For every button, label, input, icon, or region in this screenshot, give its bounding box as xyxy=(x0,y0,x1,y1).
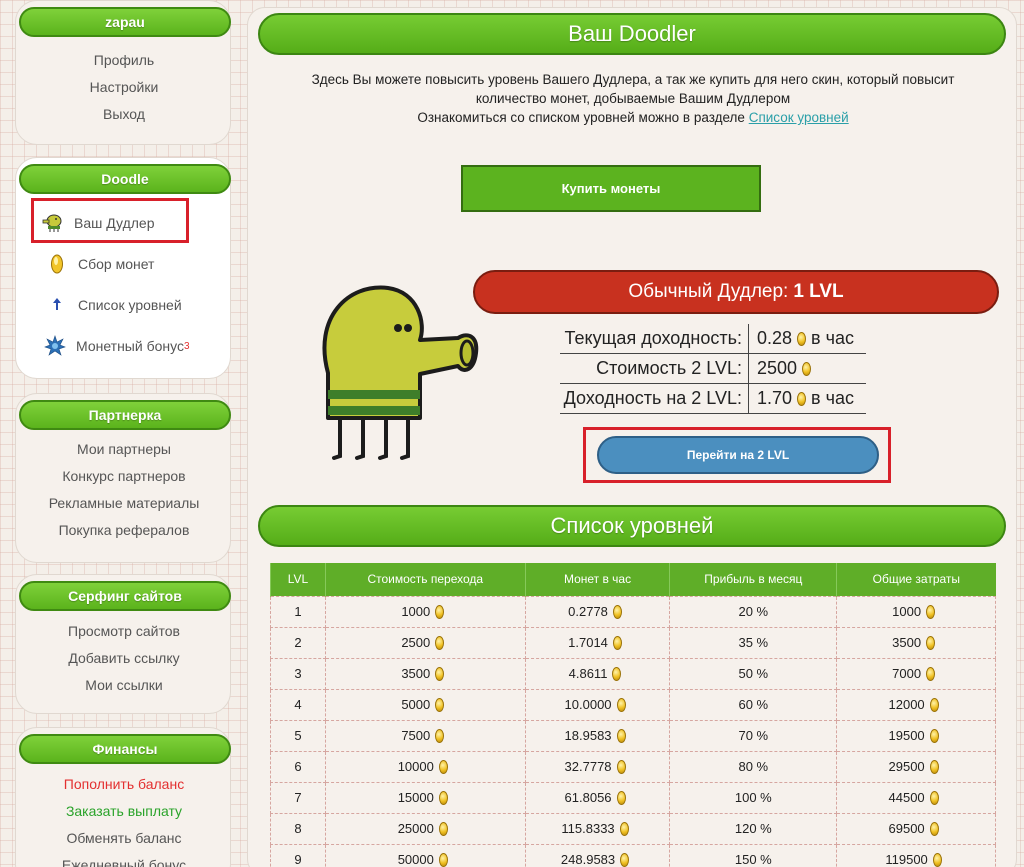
coin-icon xyxy=(46,253,68,275)
buy-referrals-link[interactable]: Покупка рефералов xyxy=(16,517,232,544)
exchange-balance-link[interactable]: Обменять баланс xyxy=(16,825,232,852)
highlight-upgrade-button xyxy=(583,427,891,483)
coin-icon xyxy=(616,791,626,806)
table-row: 4 5000 10.0000 60 % 12000 xyxy=(270,688,996,721)
user-panel: zapau Профиль Настройки Выход xyxy=(15,0,231,145)
coin-icon xyxy=(929,729,939,744)
table-row: 8 25000 115.8333 120 % 69500 xyxy=(270,812,996,845)
coin-icon xyxy=(926,636,936,651)
coin-icon xyxy=(612,667,622,682)
level-value: 1 LVL xyxy=(793,281,844,302)
levels-list-link[interactable]: Список уровней xyxy=(749,110,849,125)
coin-icon xyxy=(612,605,622,620)
settings-link[interactable]: Настройки xyxy=(16,74,232,101)
coin-icon xyxy=(929,698,939,713)
coin-icon xyxy=(929,822,939,837)
stat-next-level-income: Доходность на 2 LVL: 1.70 в час xyxy=(560,384,866,414)
profile-link[interactable]: Профиль xyxy=(16,47,232,74)
table-row: 5 7500 18.9583 70 % 19500 xyxy=(270,719,996,752)
coin-icon xyxy=(435,698,445,713)
stat-current-income: Текущая доходность: 0.28 в час xyxy=(560,324,866,354)
coin-icon xyxy=(435,636,445,651)
table-row: 2 2500 1.7014 35 % 3500 xyxy=(270,626,996,659)
intro-line-1: Здесь Вы можете повысить уровень Вашего … xyxy=(311,72,955,87)
intro-line-3: Ознакомиться со списком уровней можно в … xyxy=(417,110,745,125)
level-title: Обычный Дудлер: xyxy=(628,281,789,302)
coin-icon xyxy=(612,636,622,651)
buy-coins-button[interactable]: Купить монеты xyxy=(461,165,761,212)
my-links-link[interactable]: Мои ссылки xyxy=(16,672,232,699)
intro-line-2: количество монет, добываемые Вашим Дудле… xyxy=(475,91,791,106)
partner-panel-title: Партнерка xyxy=(19,400,231,430)
coin-icon xyxy=(438,760,448,775)
coin-icon xyxy=(438,853,448,867)
view-sites-link[interactable]: Просмотр сайтов xyxy=(16,618,232,645)
level-bar: Обычный Дудлер: 1 LVL xyxy=(473,270,999,314)
user-name: zapau xyxy=(19,7,231,37)
coin-icon xyxy=(435,729,445,744)
table-header-row: LVL Стоимость перехода Монет в час Прибы… xyxy=(270,563,996,596)
ad-materials-link[interactable]: Рекламные материалы xyxy=(16,490,232,517)
page-title: Ваш Doodler xyxy=(258,13,1006,55)
coin-icon xyxy=(802,361,812,376)
daily-bonus-link[interactable]: Ежедневный бонус xyxy=(16,852,232,867)
top-up-balance-link[interactable]: Пополнить баланс xyxy=(16,771,232,798)
sidebar-item-coin-bonus[interactable]: Монетный бонус 3 xyxy=(44,332,190,360)
logout-link[interactable]: Выход xyxy=(16,101,232,128)
surfing-panel-title: Серфинг сайтов xyxy=(19,581,231,611)
coin-icon xyxy=(797,391,807,406)
levels-table: LVL Стоимость перехода Монет в час Прибы… xyxy=(270,563,996,867)
partner-contest-link[interactable]: Конкурс партнеров xyxy=(16,463,232,490)
arrow-up-icon xyxy=(46,294,68,316)
finance-panel: Финансы Пополнить баланс Заказать выплат… xyxy=(15,727,231,867)
coin-icon xyxy=(926,605,936,620)
doodle-panel-title: Doodle xyxy=(19,164,231,194)
sidebar-item-label: Монетный бонус xyxy=(76,338,184,354)
coin-icon xyxy=(616,698,626,713)
table-row: 7 15000 61.8056 100 % 44500 xyxy=(270,781,996,814)
bonus-count-badge: 3 xyxy=(183,340,190,352)
sidebar-item-label: Список уровней xyxy=(78,297,182,313)
coin-icon xyxy=(619,822,629,837)
coin-icon xyxy=(616,760,626,775)
coin-icon xyxy=(620,853,630,867)
coin-icon xyxy=(435,605,445,620)
highlight-your-doodler xyxy=(31,198,189,243)
coin-icon xyxy=(797,331,807,346)
stat-next-level-cost: Стоимость 2 LVL: 2500 xyxy=(560,354,866,384)
bonus-star-icon xyxy=(44,335,66,357)
main-content: Ваш Doodler Здесь Вы можете повысить уро… xyxy=(247,7,1017,867)
coin-icon xyxy=(929,791,939,806)
intro-text: Здесь Вы можете повысить уровень Вашего … xyxy=(278,70,988,127)
doodler-character-image xyxy=(308,278,488,473)
coin-icon xyxy=(616,729,626,744)
coin-icon xyxy=(932,853,942,867)
sidebar-item-levels-list[interactable]: Список уровней xyxy=(46,291,182,319)
my-partners-link[interactable]: Мои партнеры xyxy=(16,436,232,463)
doodle-panel: Doodle Ваш Дудлер Сбор монет Список уров… xyxy=(15,157,231,379)
levels-section-title: Список уровней xyxy=(258,505,1006,547)
add-link-link[interactable]: Добавить ссылку xyxy=(16,645,232,672)
coin-icon xyxy=(435,667,445,682)
coin-icon xyxy=(926,667,936,682)
partner-panel: Партнерка Мои партнеры Конкурс партнеров… xyxy=(15,393,231,563)
table-row: 9 50000 248.9583 150 % 119500 xyxy=(270,843,996,867)
finance-panel-title: Финансы xyxy=(19,734,231,764)
sidebar-item-collect-coins[interactable]: Сбор монет xyxy=(46,250,154,278)
surfing-panel: Серфинг сайтов Просмотр сайтов Добавить … xyxy=(15,574,231,714)
table-row: 1 1000 0.2778 20 % 1000 xyxy=(270,595,996,628)
sidebar-item-label: Сбор монет xyxy=(78,256,155,272)
coin-icon xyxy=(929,760,939,775)
request-payout-link[interactable]: Заказать выплату xyxy=(16,798,232,825)
doodler-stats: Текущая доходность: 0.28 в час Стоимость … xyxy=(560,324,866,414)
coin-icon xyxy=(438,791,448,806)
table-row: 3 3500 4.8611 50 % 7000 xyxy=(270,657,996,690)
table-row: 6 10000 32.7778 80 % 29500 xyxy=(270,750,996,783)
coin-icon xyxy=(438,822,448,837)
